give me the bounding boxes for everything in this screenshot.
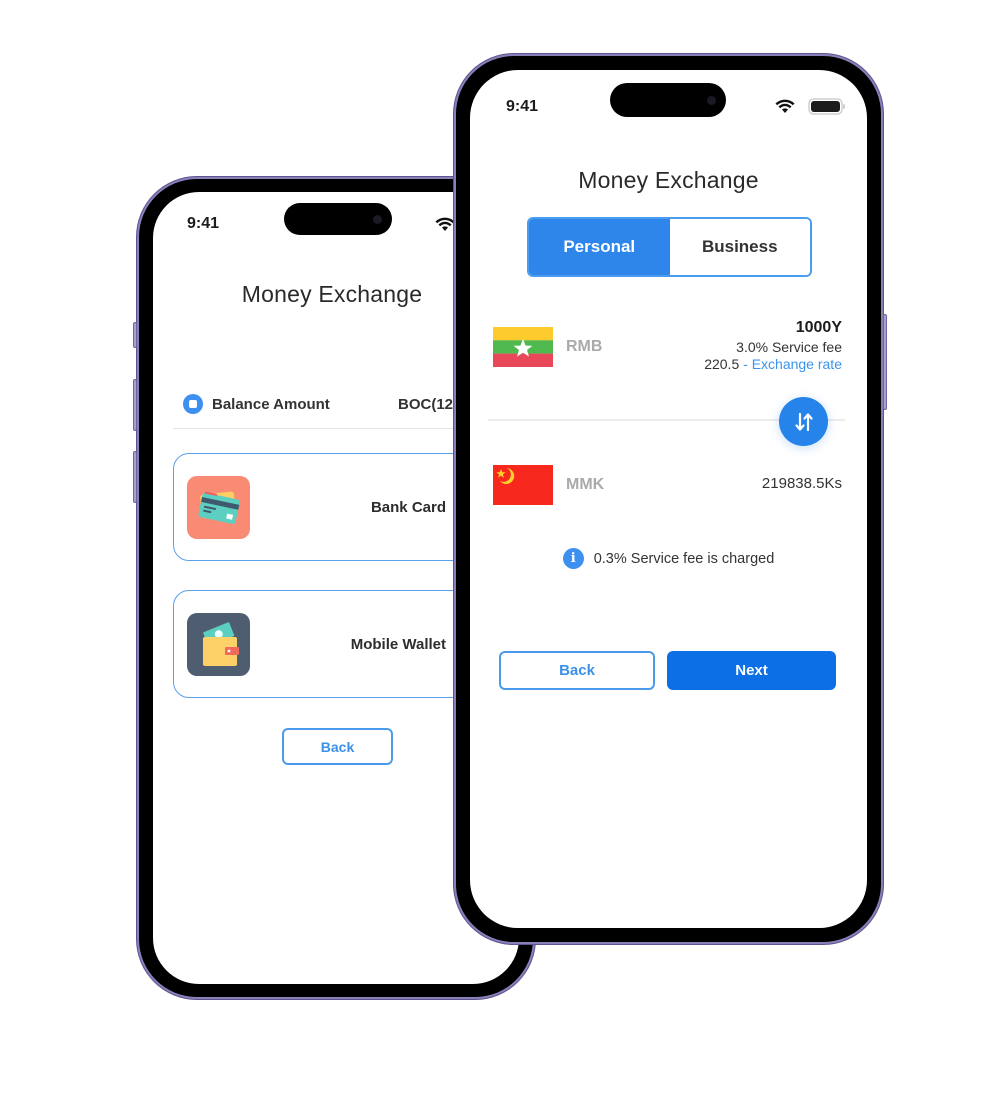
mobile-wallet-icon <box>187 613 250 676</box>
from-amount-block: 1000Y 3.0% Service fee 220.5 - Exchange … <box>704 319 842 373</box>
radio-selected-icon[interactable] <box>183 394 203 414</box>
tab-business[interactable]: Business <box>669 219 810 275</box>
wifi-icon <box>435 217 455 231</box>
next-button[interactable]: Next <box>667 651 836 690</box>
back-button[interactable]: Back <box>499 651 655 690</box>
china-flag-icon <box>493 465 553 505</box>
to-amount-block: 219838.5Ks <box>762 475 842 492</box>
camera-icon <box>707 95 716 105</box>
right-screen: 9:41 Money Exchange Personal Business RM… <box>470 70 867 928</box>
status-time: 9:41 <box>506 98 539 115</box>
from-amount[interactable]: 1000Y <box>704 319 842 337</box>
dynamic-island <box>284 203 392 235</box>
method-label: Bank Card <box>370 499 446 516</box>
battery-icon <box>808 98 845 115</box>
exchange-rate-link[interactable]: Exchange rate <box>752 356 842 372</box>
to-currency-code: MMK <box>566 476 605 493</box>
side-button <box>133 322 137 348</box>
account-type-tabs: Personal Business <box>527 217 812 277</box>
method-label: Mobile Wallet <box>350 636 446 653</box>
swap-currency-button[interactable] <box>779 397 828 446</box>
service-fee-notice: i 0.3% Service fee is charged <box>470 548 867 569</box>
exchange-rate-separator: - <box>739 356 752 372</box>
camera-icon <box>373 214 382 224</box>
balance-value: BOC(12 <box>398 395 454 413</box>
volume-down-button <box>133 451 137 503</box>
volume-up-button <box>133 379 137 431</box>
to-amount: 219838.5Ks <box>761 475 842 492</box>
from-service-fee: 3.0% Service fee <box>736 339 842 355</box>
back-button[interactable]: Back <box>282 728 393 765</box>
page-title: Money Exchange <box>578 167 759 193</box>
wifi-icon <box>775 99 795 113</box>
status-time: 9:41 <box>187 215 220 232</box>
myanmar-flag-icon <box>493 327 553 367</box>
phone-right: 9:41 Money Exchange Personal Business RM… <box>456 56 887 942</box>
dynamic-island <box>610 83 726 117</box>
bank-card-icon <box>187 476 250 539</box>
tab-personal[interactable]: Personal <box>529 219 670 275</box>
power-button <box>883 314 887 410</box>
from-currency-code: RMB <box>566 338 603 355</box>
service-fee-notice-text: 0.3% Service fee is charged <box>593 550 775 567</box>
info-icon: i <box>562 548 584 569</box>
swap-arrows-icon <box>794 412 813 431</box>
balance-label: Balance Amount <box>212 395 330 413</box>
exchange-rate-line: 220.5 - Exchange rate <box>704 356 842 373</box>
exchange-rate-value: 220.5 <box>704 356 740 372</box>
